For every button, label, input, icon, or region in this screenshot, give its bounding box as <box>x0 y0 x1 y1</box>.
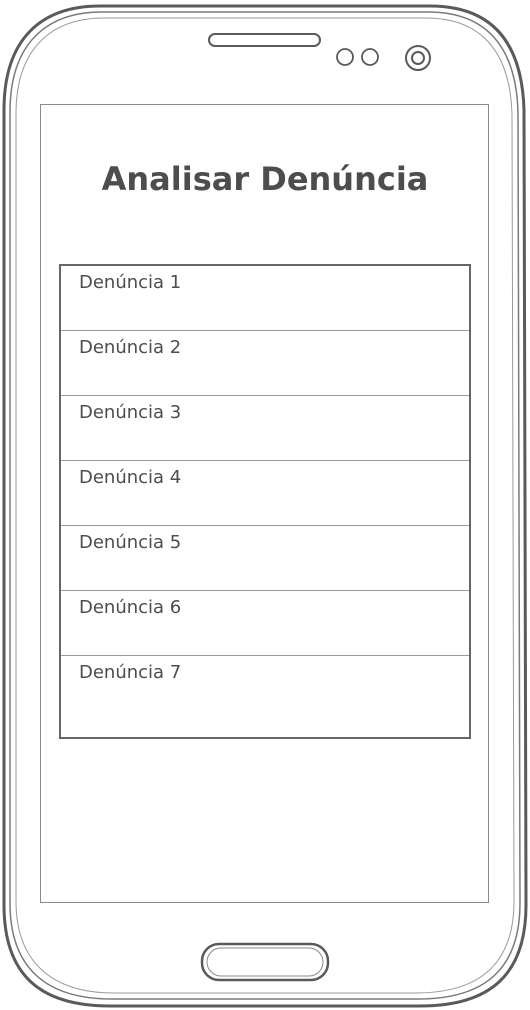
page-title: Analisar Denúncia <box>101 160 429 198</box>
home-button-icon[interactable] <box>200 942 330 982</box>
list-item[interactable]: Denúncia 4 <box>61 461 469 526</box>
sensor-icon <box>361 48 379 66</box>
list-item[interactable]: Denúncia 3 <box>61 396 469 461</box>
list-item[interactable]: Denúncia 6 <box>61 591 469 656</box>
list-item-label: Denúncia 6 <box>79 597 182 618</box>
report-list: Denúncia 1 Denúncia 2 Denúncia 3 Denúnci… <box>59 264 471 739</box>
list-item-label: Denúncia 3 <box>79 402 182 423</box>
list-item-label: Denúncia 7 <box>79 662 182 683</box>
list-item[interactable]: Denúncia 7 <box>61 656 469 737</box>
list-item[interactable]: Denúncia 2 <box>61 331 469 396</box>
list-item[interactable]: Denúncia 1 <box>61 266 469 331</box>
list-item-label: Denúncia 1 <box>79 272 182 293</box>
front-camera-lens-icon <box>411 51 425 65</box>
list-item-label: Denúncia 4 <box>79 467 182 488</box>
list-item[interactable]: Denúncia 5 <box>61 526 469 591</box>
list-item-label: Denúncia 2 <box>79 337 182 358</box>
sensor-icon <box>336 48 354 66</box>
speaker-grille-icon <box>208 33 321 47</box>
list-item-label: Denúncia 5 <box>79 532 182 553</box>
